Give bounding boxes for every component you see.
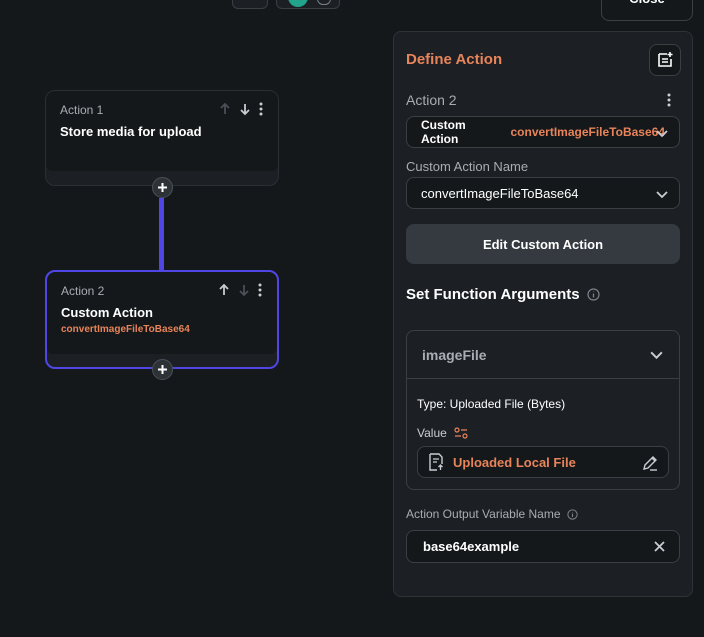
action-number-label: Action 2	[406, 92, 457, 108]
move-up-icon[interactable]	[217, 283, 231, 297]
bug-icon	[317, 0, 331, 5]
toggle-indicator-icon	[288, 0, 308, 7]
add-action-button[interactable]	[152, 177, 173, 198]
card-controls	[217, 283, 263, 297]
move-up-icon[interactable]	[218, 102, 232, 116]
flow-connector	[159, 198, 164, 271]
variable-settings-icon[interactable]	[454, 427, 468, 439]
edit-pencil-icon[interactable]	[641, 454, 659, 472]
action-more-icon[interactable]	[666, 93, 672, 112]
chevron-down-icon	[656, 130, 668, 138]
custom-action-name-value: convertImageFileToBase64	[421, 185, 579, 201]
plus-icon	[158, 183, 167, 192]
argument-value-field[interactable]: Uploaded Local File	[417, 446, 669, 478]
action-card-2[interactable]: Action 2 Custom Action convertImageFileT…	[45, 270, 279, 369]
chevron-down-icon	[650, 351, 663, 360]
argument-value-text: Uploaded Local File	[453, 454, 576, 470]
action-type-name: convertImageFileToBase64	[510, 125, 665, 139]
plus-icon	[158, 365, 167, 374]
edit-custom-action-button[interactable]: Edit Custom Action	[406, 224, 680, 264]
custom-action-name-label: Custom Action Name	[406, 159, 529, 174]
card-controls	[218, 102, 264, 116]
argument-type: Type: Uploaded File (Bytes)	[417, 397, 566, 411]
argument-value-row: Value	[417, 426, 468, 440]
action-type-prefix: Custom Action	[421, 118, 466, 146]
move-down-icon[interactable]	[237, 283, 251, 297]
define-action-panel: Define Action Action 2 Custom Action con…	[393, 31, 693, 597]
output-variable-label: Action Output Variable Name	[406, 507, 561, 521]
action-title: Store media for upload	[60, 124, 202, 139]
action-card-1[interactable]: Action 1 Store media for upload	[45, 90, 279, 186]
action-type-dropdown[interactable]: Custom Action convertImageFileToBase64	[406, 116, 680, 148]
value-label: Value	[417, 426, 447, 440]
close-button[interactable]: Close	[601, 0, 693, 21]
set-function-arguments-heading: Set Function Arguments	[406, 286, 600, 303]
documentation-button[interactable]	[649, 44, 681, 76]
custom-action-name-dropdown[interactable]: convertImageFileToBase64	[406, 177, 680, 209]
info-icon[interactable]	[566, 508, 578, 520]
clear-icon[interactable]	[653, 540, 666, 553]
action-subtitle: convertImageFileToBase64	[61, 324, 190, 335]
output-variable-label-row: Action Output Variable Name	[406, 507, 578, 521]
panel-title: Define Action	[406, 51, 503, 68]
argument-header[interactable]: imageFile	[407, 331, 679, 379]
output-variable-input[interactable]: base64example	[406, 530, 680, 563]
argument-card: imageFile Type: Uploaded File (Bytes) Va…	[406, 330, 680, 490]
more-options-icon[interactable]	[258, 102, 264, 116]
argument-name: imageFile	[422, 346, 487, 363]
set-args-title: Set Function Arguments	[406, 286, 580, 303]
chevron-down-icon	[656, 191, 668, 199]
document-add-icon	[658, 52, 673, 67]
info-icon[interactable]	[587, 288, 600, 301]
toolbar-toggle-group[interactable]	[276, 0, 340, 9]
add-action-button[interactable]	[152, 359, 173, 380]
file-upload-icon	[429, 453, 443, 471]
action-title: Custom Action	[61, 305, 153, 320]
toolbar-button[interactable]	[232, 0, 268, 9]
more-options-icon[interactable]	[257, 283, 263, 297]
output-variable-value: base64example	[423, 539, 520, 554]
move-down-icon[interactable]	[238, 102, 252, 116]
